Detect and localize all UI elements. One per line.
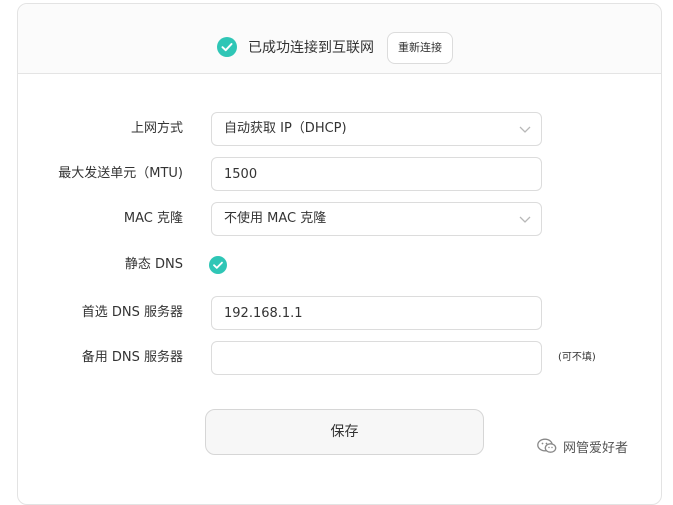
wan-settings-panel: 已成功连接到互联网 重新连接 上网方式 自动获取 IP（DHCP) 最大发送单元… — [17, 3, 662, 505]
static-dns-label: 静态 DNS — [124, 257, 183, 272]
secondary-dns-label: 备用 DNS 服务器 — [81, 350, 183, 365]
mac-clone-select[interactable]: 不使用 MAC 克隆 — [211, 202, 542, 236]
connection-type-label: 上网方式 — [130, 121, 183, 136]
chevron-down-icon — [519, 216, 531, 223]
chevron-down-icon — [519, 126, 531, 133]
reconnect-button[interactable]: 重新连接 — [387, 32, 453, 64]
connection-type-select[interactable]: 自动获取 IP（DHCP) — [211, 112, 542, 146]
primary-dns-label: 首选 DNS 服务器 — [81, 305, 183, 320]
wechat-icon — [537, 438, 557, 453]
check-circle-icon — [217, 37, 237, 57]
watermark-text: 网管爱好者 — [563, 440, 629, 456]
connection-status-text: 已成功连接到互联网 — [248, 40, 374, 56]
secondary-dns-input[interactable] — [211, 341, 542, 375]
save-button[interactable]: 保存 — [205, 409, 484, 455]
connection-status-bar: 已成功连接到互联网 重新连接 — [18, 4, 661, 74]
watermark: 网管爱好者 — [537, 436, 628, 456]
static-dns-checkbox[interactable] — [209, 256, 227, 274]
connection-type-value: 自动获取 IP（DHCP) — [224, 121, 347, 136]
optional-hint: (可不填) — [558, 352, 596, 363]
mtu-label: 最大发送单元（MTU) — [58, 166, 183, 181]
mac-clone-value: 不使用 MAC 克隆 — [224, 211, 327, 226]
mtu-input[interactable] — [211, 157, 542, 191]
primary-dns-input[interactable] — [211, 296, 542, 330]
mac-clone-label: MAC 克隆 — [123, 211, 183, 226]
